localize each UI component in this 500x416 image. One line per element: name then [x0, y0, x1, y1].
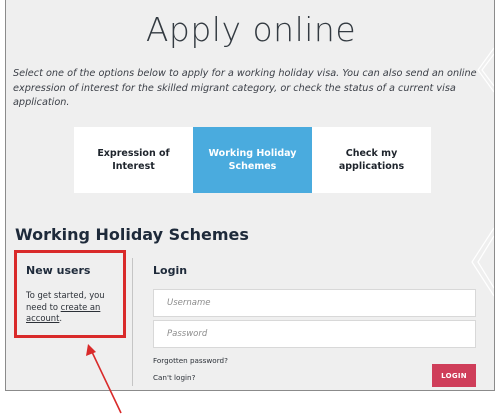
column-divider	[132, 258, 133, 386]
login-title: Login	[153, 264, 188, 277]
option-tabs: Expression of Interest Working Holiday S…	[74, 127, 431, 193]
new-users-text-after: .	[59, 313, 63, 323]
annotation-arrow-icon	[86, 344, 122, 414]
apply-online-panel: Apply online Select one of the options b…	[5, 0, 495, 391]
username-input[interactable]	[153, 289, 476, 317]
cant-login-link[interactable]: Can't login?	[153, 373, 195, 382]
new-users-text: To get started, you need to create an ac…	[26, 290, 120, 325]
tab-working-holiday-schemes[interactable]: Working Holiday Schemes	[193, 127, 312, 193]
login-button[interactable]: LOGIN	[432, 364, 476, 387]
tab-check-my-applications[interactable]: Check my applications	[312, 127, 431, 193]
new-users-title: New users	[26, 264, 91, 277]
page-title: Apply online	[145, 10, 357, 49]
new-users-box: New users To get started, you need to cr…	[14, 250, 126, 338]
forgotten-password-link[interactable]: Forgotten password?	[153, 356, 228, 365]
password-input[interactable]	[153, 320, 476, 348]
intro-text: Select one of the options below to apply…	[13, 68, 477, 108]
section-heading: Working Holiday Schemes	[15, 225, 249, 244]
tab-expression-of-interest[interactable]: Expression of Interest	[74, 127, 193, 193]
